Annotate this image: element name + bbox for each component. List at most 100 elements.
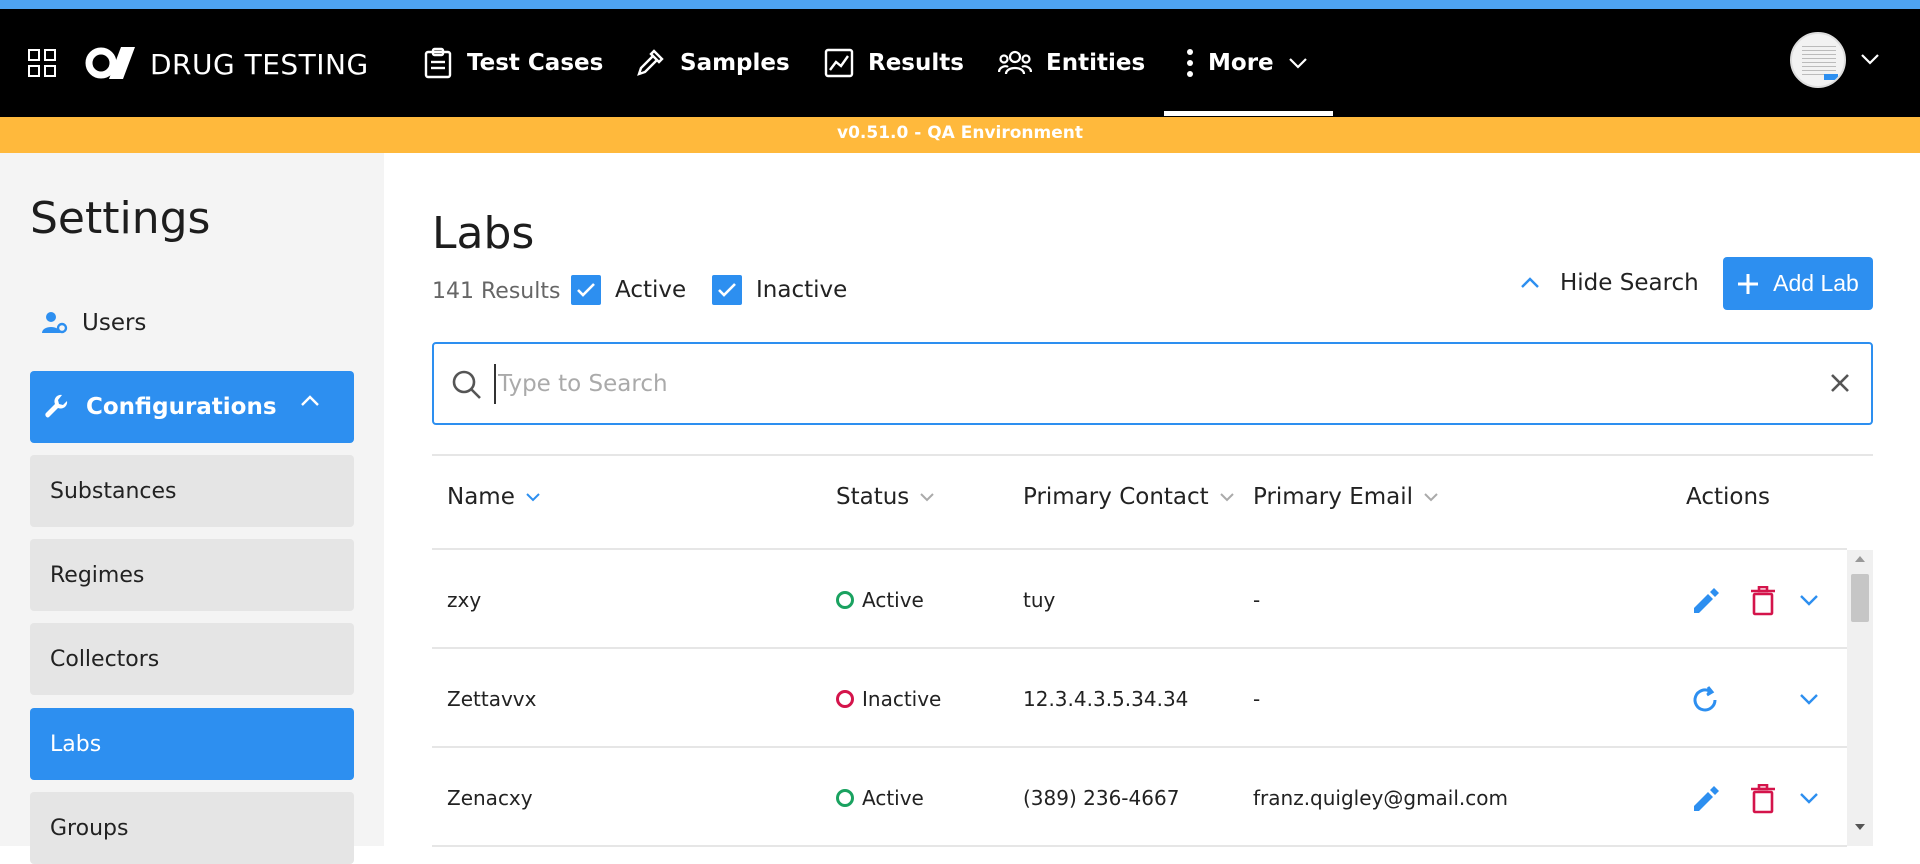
chevron-down-icon[interactable] xyxy=(1860,53,1880,65)
chart-icon xyxy=(824,48,854,78)
edit-icon[interactable] xyxy=(1690,586,1720,616)
filter-active-checkbox[interactable]: Active xyxy=(571,275,686,305)
wrench-icon xyxy=(45,394,68,418)
nav-item-label: More xyxy=(1208,50,1274,76)
chevron-down-icon[interactable] xyxy=(1799,594,1819,606)
restore-icon[interactable] xyxy=(1690,685,1720,715)
column-header-label: Primary Contact xyxy=(1023,484,1209,510)
sidebar-item-label: Users xyxy=(82,310,147,336)
user-avatar[interactable] xyxy=(1790,32,1846,88)
brand-name: DRUG TESTING xyxy=(150,48,369,81)
chevron-down-icon[interactable] xyxy=(1799,693,1819,705)
page-title: Labs xyxy=(432,208,535,259)
column-header-label: Primary Email xyxy=(1253,484,1414,510)
top-accent-stripe xyxy=(0,0,1920,9)
nav-item-more[interactable]: More xyxy=(1186,39,1308,87)
status-inactive-icon xyxy=(836,689,854,708)
checkbox-label: Active xyxy=(615,277,687,303)
sidebar-item-label: Regimes xyxy=(50,562,145,588)
sidebar-item-regimes[interactable]: Regimes xyxy=(30,539,354,611)
table-scrollbar[interactable] xyxy=(1847,550,1873,846)
sidebar-item-substances[interactable]: Substances xyxy=(30,455,354,527)
kebab-icon xyxy=(1187,49,1193,77)
sidebar-item-collectors[interactable]: Collectors xyxy=(30,623,354,695)
add-lab-button[interactable]: Add Lab xyxy=(1723,257,1873,310)
edit-icon[interactable] xyxy=(1690,784,1720,814)
nav-item-label: Test Cases xyxy=(467,50,604,76)
sidebar-item-users[interactable]: Users xyxy=(42,303,146,343)
cell-status: Active xyxy=(836,550,924,649)
sidebar-item-label: Configurations xyxy=(86,394,277,420)
sidebar-item-label: Groups xyxy=(50,815,129,841)
cell-status: Inactive xyxy=(836,649,941,748)
cell-primary-email: franz.quigley@gmail.com xyxy=(1253,785,1508,810)
chevron-down-icon xyxy=(526,493,540,502)
environment-banner: v0.51.0 - QA Environment xyxy=(0,117,1920,153)
plus-icon xyxy=(1738,273,1759,294)
column-header-status[interactable]: Status xyxy=(836,484,935,510)
checkbox-checked-icon xyxy=(571,275,601,305)
column-header-actions: Actions xyxy=(1686,484,1770,510)
status-active-icon xyxy=(836,590,854,609)
nav-item-label: Entities xyxy=(1046,50,1146,76)
chevron-up-icon xyxy=(1521,277,1539,288)
scroll-up-arrow-icon[interactable] xyxy=(1855,556,1865,562)
column-header-label: Status xyxy=(836,484,910,510)
table-row[interactable]: Zettavvx Inactive 12.3.4.3.5.34.34 - xyxy=(432,649,1847,748)
add-lab-label: Add Lab xyxy=(1773,270,1859,296)
pipette-icon xyxy=(637,49,664,76)
delete-icon[interactable] xyxy=(1750,784,1776,814)
status-label: Inactive xyxy=(862,686,942,711)
scroll-down-arrow-icon[interactable] xyxy=(1855,824,1865,830)
nav-item-results[interactable]: Results xyxy=(824,39,964,87)
column-header-label: Name xyxy=(447,484,515,510)
settings-sidebar: Settings Users Configurations Substances… xyxy=(0,153,384,864)
hide-search-toggle[interactable]: Hide Search xyxy=(1520,270,1699,296)
chevron-up-icon xyxy=(301,395,319,406)
sidebar-item-label: Substances xyxy=(50,478,177,504)
active-nav-underline xyxy=(1164,111,1333,116)
cell-primary-contact: tuy xyxy=(1023,587,1056,612)
cell-status: Active xyxy=(836,748,924,847)
people-icon xyxy=(998,50,1032,75)
top-nav-bar: DRUG TESTING Test Cases Samples Results … xyxy=(0,9,1920,117)
chevron-down-icon xyxy=(1424,493,1438,502)
sidebar-item-labs[interactable]: Labs xyxy=(30,708,354,780)
sidebar-item-label: Collectors xyxy=(50,646,160,672)
user-gear-icon xyxy=(42,312,68,334)
delete-icon[interactable] xyxy=(1750,586,1776,616)
checkbox-checked-icon xyxy=(712,275,742,305)
search-icon xyxy=(452,370,481,399)
sidebar-item-label: Labs xyxy=(50,731,102,757)
column-header-name[interactable]: Name xyxy=(447,484,541,510)
sidebar-item-groups[interactable]: Groups xyxy=(30,792,354,864)
sidebar-item-configurations[interactable]: Configurations xyxy=(30,371,354,443)
cell-name: Zenacxy xyxy=(447,785,533,810)
chevron-down-icon xyxy=(920,493,935,502)
apps-grid-icon[interactable] xyxy=(28,49,56,77)
table-top-divider xyxy=(432,454,1873,456)
nav-item-entities[interactable]: Entities xyxy=(998,39,1145,87)
column-header-primary-contact[interactable]: Primary Contact xyxy=(1023,484,1235,510)
table-row[interactable]: Zenacxy Active (389) 236-4667 franz.quig… xyxy=(432,748,1847,847)
search-input[interactable] xyxy=(494,364,1794,404)
filter-inactive-checkbox[interactable]: Inactive xyxy=(712,275,847,305)
chevron-down-icon[interactable] xyxy=(1799,792,1819,804)
status-active-icon xyxy=(836,788,854,807)
close-icon[interactable] xyxy=(1829,372,1851,394)
scroll-thumb[interactable] xyxy=(1851,574,1869,622)
status-label: Active xyxy=(862,587,924,612)
table-row[interactable]: zxy Active tuy - xyxy=(432,550,1847,649)
checkbox-label: Inactive xyxy=(756,277,848,303)
cell-primary-email: - xyxy=(1253,587,1261,612)
nav-item-test-cases[interactable]: Test Cases xyxy=(423,39,603,87)
column-header-label: Actions xyxy=(1686,484,1771,510)
brand-logo[interactable] xyxy=(85,45,139,81)
results-count: 141 Results xyxy=(432,279,561,304)
column-header-primary-email[interactable]: Primary Email xyxy=(1253,484,1439,510)
cell-primary-email: - xyxy=(1253,686,1261,711)
hide-search-label: Hide Search xyxy=(1560,270,1699,296)
cell-primary-contact: (389) 236-4667 xyxy=(1023,785,1180,810)
nav-item-samples[interactable]: Samples xyxy=(634,39,790,87)
sidebar-title: Settings xyxy=(30,193,211,244)
